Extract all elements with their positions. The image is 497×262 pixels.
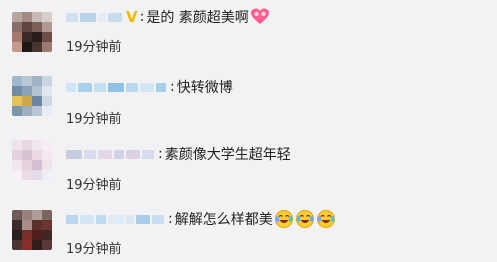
comment-line: : 快转微博	[66, 76, 233, 98]
comment-list: V : 是的 素颜超美啊 19分钟前: 快转微博 19分钟前: 素颜像大学生…	[0, 0, 497, 262]
timestamp: 19分钟前	[66, 242, 122, 257]
crying-laughing-emoji-icon	[295, 209, 315, 229]
comment-text: 素颜像大学生超年轻	[164, 147, 291, 163]
comment-item: : 解解怎么样都美 19分钟前	[0, 198, 497, 260]
username-blurred[interactable]	[66, 11, 124, 23]
comment-text: 解解怎么样都美	[174, 212, 273, 228]
avatar[interactable]	[12, 76, 52, 116]
timestamp: 19分钟前	[66, 112, 122, 127]
comment-text: 是的 素颜超美啊	[146, 10, 249, 26]
heart-eyes-emoji-icon	[250, 7, 270, 27]
timestamp: 19分钟前	[66, 178, 122, 193]
comment-item: : 素颜像大学生超年轻 19分钟前	[0, 132, 497, 194]
timestamp: 19分钟前	[66, 40, 122, 55]
crying-laughing-emoji-icon	[274, 209, 294, 229]
verified-v-badge-icon: V	[126, 8, 138, 26]
username-blurred[interactable]	[66, 148, 156, 160]
comment-line: : 解解怎么样都美	[66, 208, 336, 230]
comment-item: V : 是的 素颜超美啊 19分钟前	[0, 0, 497, 62]
separator: :	[158, 146, 163, 162]
avatar[interactable]	[12, 210, 52, 250]
comment-item: : 快转微博 19分钟前	[0, 66, 497, 128]
username-blurred[interactable]	[66, 81, 168, 93]
comment-line: : 素颜像大学生超年轻	[66, 143, 291, 165]
avatar[interactable]	[12, 12, 52, 52]
separator: :	[168, 211, 173, 227]
separator: :	[170, 79, 175, 95]
comment-line: V : 是的 素颜超美啊	[66, 6, 270, 28]
separator: :	[139, 9, 145, 25]
username-blurred[interactable]	[66, 213, 166, 225]
comment-text: 快转微博	[176, 80, 233, 96]
crying-laughing-emoji-icon	[316, 209, 336, 229]
avatar[interactable]	[12, 140, 52, 180]
